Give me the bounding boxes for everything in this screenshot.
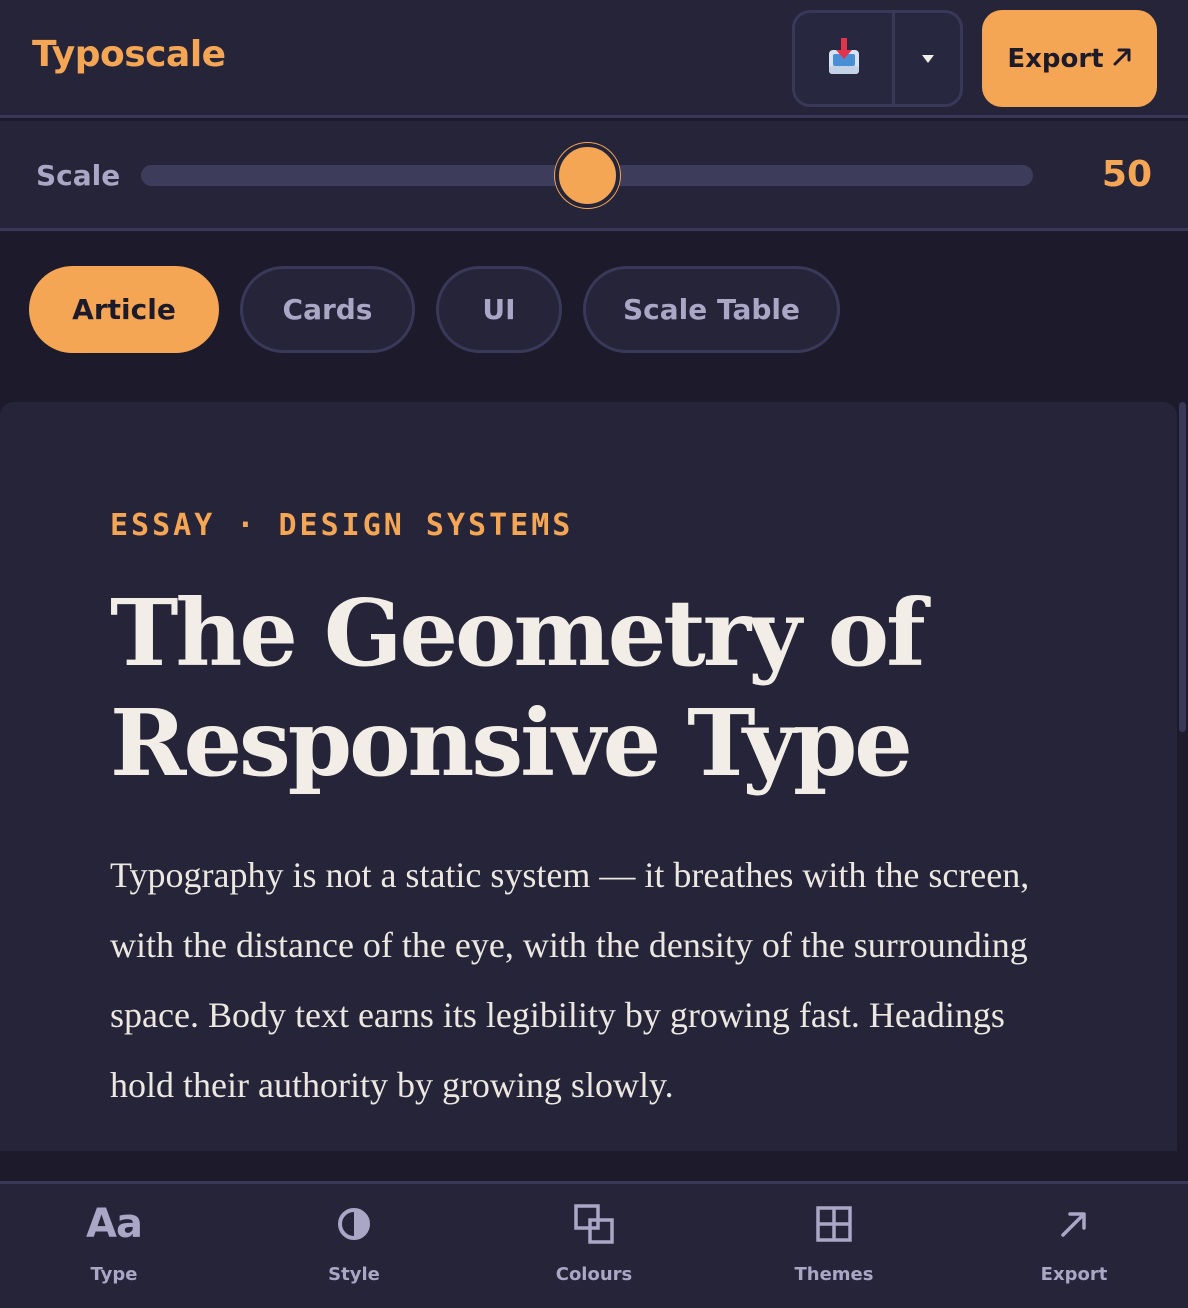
tab-scale-table[interactable]: Scale Table (583, 266, 840, 353)
nav-label-export: Export (1040, 1264, 1108, 1285)
article-body: Typography is not a static system — it b… (110, 855, 1030, 1105)
bottom-navigation: Aa Type Style Colours Themes Export (0, 1181, 1188, 1308)
nav-item-export[interactable]: Export (974, 1184, 1174, 1308)
scale-value: 50 (1101, 154, 1152, 195)
arrow-up-right-icon (1112, 44, 1132, 74)
scale-label: Scale (36, 159, 121, 192)
contrast-icon (337, 1184, 371, 1264)
nav-item-style[interactable]: Style (254, 1184, 454, 1308)
tab-ui[interactable]: UI (436, 266, 562, 353)
scale-slider-thumb[interactable] (554, 143, 620, 208)
tab-cards[interactable]: Cards (240, 266, 415, 353)
export-button[interactable]: Export (982, 10, 1157, 107)
inbox-download-icon (827, 37, 861, 80)
app-header: Typoscale Export (0, 0, 1188, 118)
nav-item-type[interactable]: Aa Type (14, 1184, 214, 1308)
import-dropdown-toggle[interactable] (895, 13, 960, 104)
nav-label-themes: Themes (794, 1264, 874, 1285)
nav-label-type: Type (90, 1264, 138, 1285)
import-button[interactable] (795, 13, 895, 104)
import-split-button (792, 10, 963, 107)
overlap-squares-icon (573, 1184, 615, 1264)
tab-article[interactable]: Article (29, 266, 219, 353)
scale-control: Scale 50 (0, 121, 1188, 231)
preview-scrollbar[interactable] (1179, 402, 1186, 732)
article-preview: ESSAY · DESIGN SYSTEMS The Geometry of R… (0, 402, 1177, 1151)
type-aa-icon: Aa (86, 1201, 143, 1247)
app-logo: Typoscale (32, 34, 226, 75)
export-button-label: Export (1007, 43, 1104, 74)
caret-down-icon (921, 49, 935, 68)
article-headline: The Geometry of Responsive Type (110, 579, 926, 797)
nav-item-themes[interactable]: Themes (734, 1184, 934, 1308)
view-tabs: Article Cards UI Scale Table (29, 266, 840, 353)
grid-icon (815, 1184, 853, 1264)
nav-item-colours[interactable]: Colours (494, 1184, 694, 1308)
nav-label-colours: Colours (555, 1264, 633, 1285)
nav-label-style: Style (328, 1264, 380, 1285)
article-eyebrow: ESSAY · DESIGN SYSTEMS (110, 508, 574, 543)
arrow-up-right-icon (1059, 1184, 1089, 1264)
